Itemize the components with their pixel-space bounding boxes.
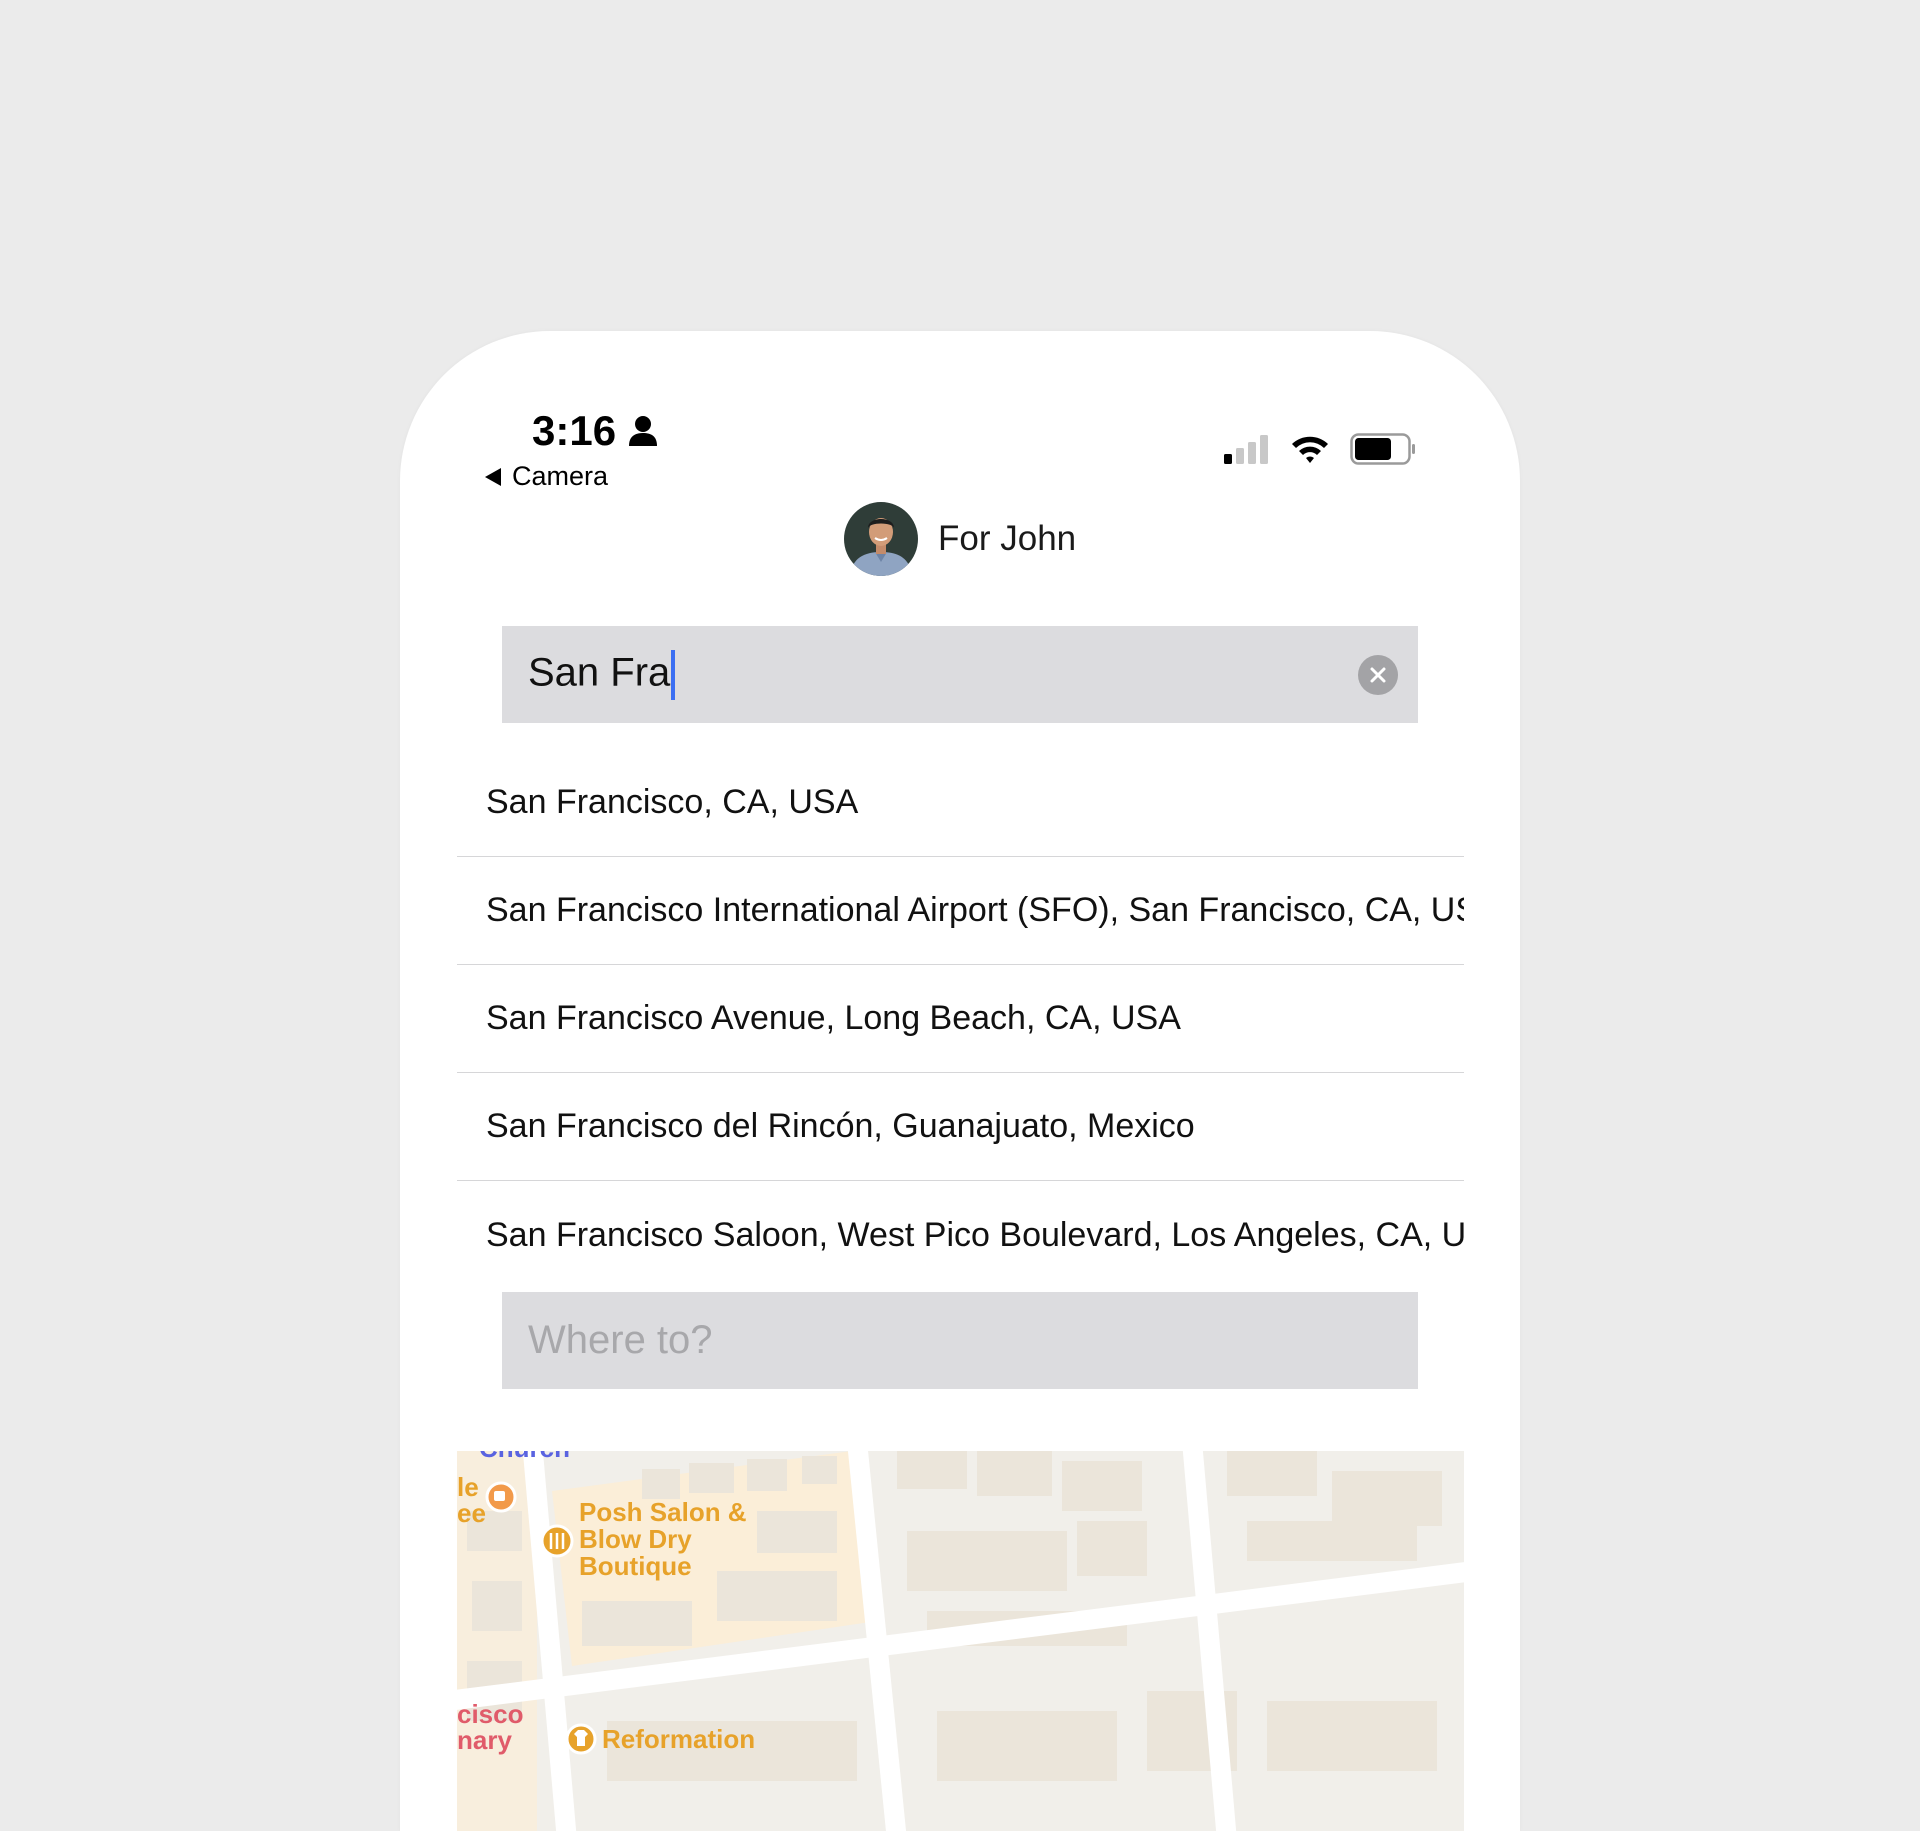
search-result-item[interactable]: San Francisco Saloon, West Pico Boulevar… bbox=[457, 1181, 1464, 1289]
person-icon bbox=[629, 416, 658, 446]
clear-search-button[interactable] bbox=[1358, 655, 1398, 695]
search-result-label: San Francisco del Rincón, Guanajuato, Me… bbox=[486, 1107, 1195, 1145]
map-label-church: Church bbox=[479, 1451, 570, 1463]
recipient-header[interactable]: For John bbox=[844, 502, 1076, 576]
avatar bbox=[844, 502, 918, 576]
origin-search-field[interactable]: San Fra bbox=[502, 626, 1418, 723]
back-to-camera-link[interactable]: Camera bbox=[484, 461, 608, 492]
search-result-item[interactable]: San Francisco, CA, USA bbox=[457, 749, 1464, 857]
search-result-label: San Francisco Saloon, West Pico Boulevar… bbox=[486, 1215, 1464, 1254]
wifi-icon bbox=[1292, 436, 1328, 463]
destination-input[interactable] bbox=[502, 1292, 1418, 1389]
status-icons bbox=[1224, 433, 1416, 465]
search-result-label: San Francisco International Airport (SFO… bbox=[486, 891, 1464, 929]
map-canvas: Church leee Posh Salon &Blow DryBoutique… bbox=[457, 1451, 1464, 1831]
origin-search-text: San Fra bbox=[528, 649, 676, 700]
search-result-label: San Francisco, CA, USA bbox=[486, 783, 859, 821]
search-result-item[interactable]: San Francisco International Airport (SFO… bbox=[457, 857, 1464, 965]
back-triangle-icon bbox=[485, 467, 501, 486]
cup-icon bbox=[494, 1491, 505, 1501]
search-result-item[interactable]: San Francisco del Rincón, Guanajuato, Me… bbox=[457, 1073, 1464, 1181]
phone-screen: 3:16 Camera For John San Fra San Francis… bbox=[400, 331, 1520, 1831]
map-label-reformation: Reformation bbox=[602, 1724, 755, 1754]
recipient-name: For John bbox=[938, 519, 1077, 558]
close-icon bbox=[1370, 667, 1386, 683]
search-result-item[interactable]: San Francisco Avenue, Long Beach, CA, US… bbox=[457, 965, 1464, 1073]
battery-icon bbox=[1350, 433, 1415, 465]
cellular-signal-icon bbox=[1224, 435, 1268, 464]
search-results-list: San Francisco, CA, USA San Francisco Int… bbox=[457, 749, 1464, 1289]
text-caret bbox=[671, 649, 676, 700]
search-result-label: San Francisco Avenue, Long Beach, CA, US… bbox=[486, 999, 1181, 1037]
status-time: 3:16 bbox=[532, 407, 658, 455]
back-label: Camera bbox=[512, 461, 609, 491]
map-view[interactable]: Church leee Posh Salon &Blow DryBoutique… bbox=[457, 1451, 1464, 1831]
status-time-text: 3:16 bbox=[532, 407, 617, 454]
